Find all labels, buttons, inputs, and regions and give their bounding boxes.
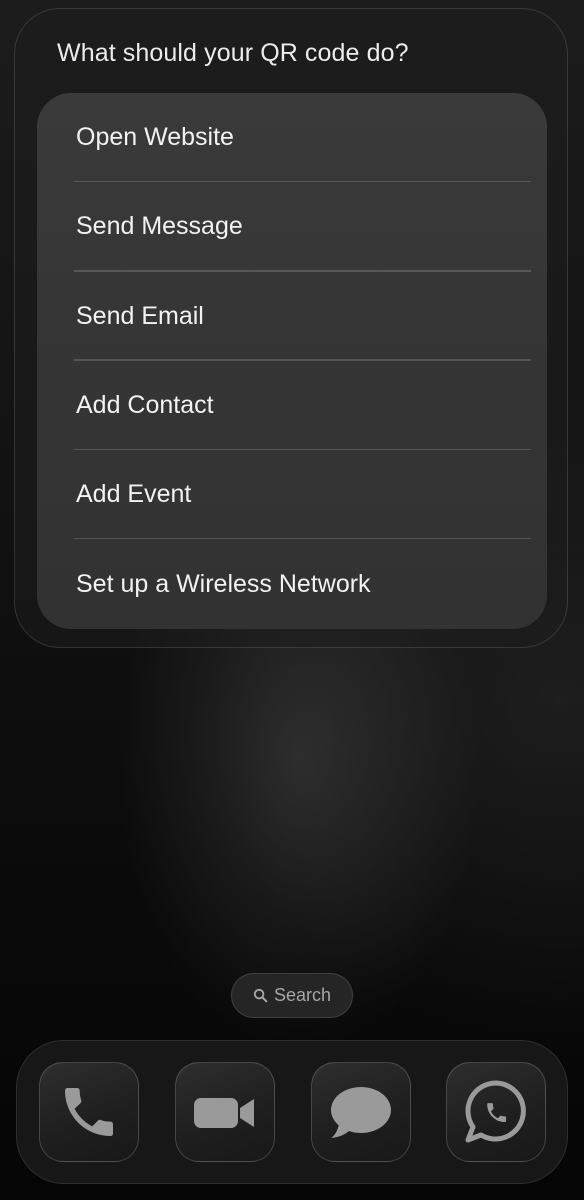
menu-item-label: Send Email <box>76 301 204 330</box>
menu-item-label: Open Website <box>76 123 234 152</box>
phone-app[interactable] <box>39 1062 139 1162</box>
menu-item-send-message[interactable]: Send Message <box>37 182 547 272</box>
facetime-video-icon <box>188 1075 262 1149</box>
menu-item-open-website[interactable]: Open Website <box>37 93 547 183</box>
home-screen: What should your QR code do? Open Websit… <box>0 0 584 1200</box>
phone-icon <box>57 1080 121 1144</box>
whatsapp-app[interactable] <box>446 1062 546 1162</box>
qr-action-menu: Open Website Send Message Send Email Add… <box>37 93 547 629</box>
menu-item-label: Add Event <box>76 480 192 509</box>
qr-code-widget: What should your QR code do? Open Websit… <box>14 8 568 648</box>
widget-title: What should your QR code do? <box>57 39 409 67</box>
spotlight-search-button[interactable]: Search <box>231 973 353 1018</box>
menu-item-add-contact[interactable]: Add Contact <box>37 361 547 451</box>
search-label: Search <box>273 985 332 1005</box>
menu-item-label: Add Contact <box>76 391 214 420</box>
facetime-app[interactable] <box>175 1062 275 1162</box>
whatsapp-icon <box>458 1074 534 1150</box>
messages-app[interactable] <box>311 1062 411 1162</box>
search-icon <box>253 988 268 1003</box>
menu-item-label: Send Message <box>76 212 243 241</box>
menu-item-add-event[interactable]: Add Event <box>37 450 547 540</box>
app-dock <box>16 1040 568 1184</box>
messages-bubble-icon <box>323 1074 399 1150</box>
menu-item-label: Set up a Wireless Network <box>76 569 371 598</box>
menu-item-wireless-network[interactable]: Set up a Wireless Network <box>37 539 547 628</box>
menu-item-send-email[interactable]: Send Email <box>37 272 547 362</box>
